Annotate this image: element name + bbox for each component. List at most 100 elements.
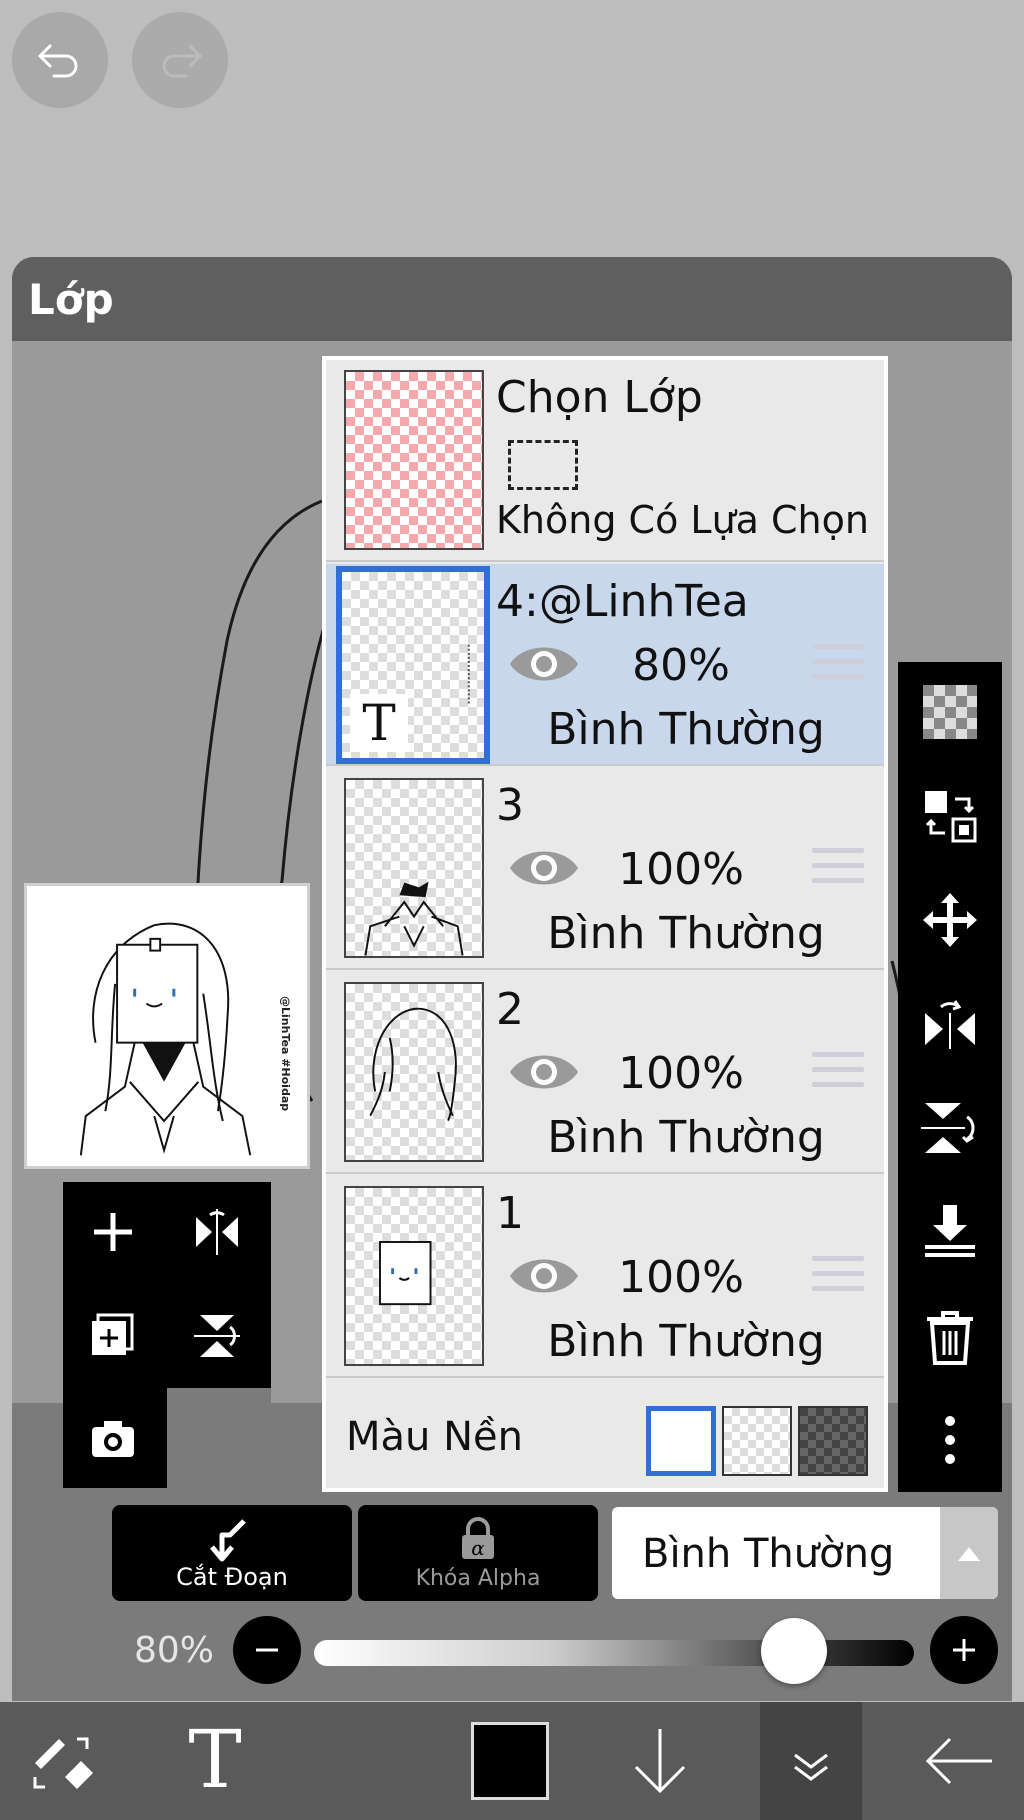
text-tool-icon: T [188,1721,241,1801]
undo-icon [38,44,78,78]
drag-handle-icon[interactable] [812,1256,864,1296]
background-transparent-swatch[interactable] [722,1406,792,1476]
clipping-arrow-icon [210,1519,246,1562]
selection-layer-thumbnail [344,370,484,550]
double-chevron-down-icon [794,1753,828,1781]
merge-down-icon [925,1205,975,1257]
artwork-thumbnail [79,922,252,1156]
layers-toggle-button[interactable] [760,1702,862,1820]
drag-handle-icon[interactable] [812,848,864,888]
layers-list: Chọn Lớp Không Có Lựa Chọn T 4:@LinhTea … [322,356,888,1492]
flip-horizontal-button[interactable] [167,1182,267,1282]
brush-eraser-icon [33,1737,93,1789]
layer-name: 3 [496,780,524,831]
layer-blend-mode[interactable]: Bình Thường [496,1112,876,1163]
transparency-button[interactable] [898,662,1002,762]
camera-icon [92,1421,134,1457]
camera-button[interactable] [63,1388,163,1488]
flip-layer-horizontal-button[interactable] [898,974,1002,1074]
download-arrow-button[interactable] [610,1702,710,1820]
background-color-label: Màu Nền [346,1414,523,1460]
duplicate-layer-button[interactable] [63,1286,163,1386]
opacity-slider-handle[interactable] [761,1618,827,1684]
arrow-left-icon [925,1737,992,1785]
chevron-up-icon[interactable] [940,1507,998,1599]
eye-icon[interactable] [506,1250,582,1302]
layer-thumbnail [344,982,484,1162]
layer-row[interactable]: 3 100% Bình Thường [326,768,884,970]
layer-name: 2 [496,984,524,1035]
bottom-toolbar: T [0,1702,1024,1820]
alpha-lock-button[interactable]: α Khóa Alpha [358,1505,598,1601]
trash-icon [927,1311,973,1365]
watermark-text: @LinhTea #Hoidap [279,996,292,1112]
brush-eraser-toggle[interactable] [10,1702,120,1820]
opacity-increase-button[interactable] [930,1616,998,1684]
svg-text:α: α [471,1536,485,1560]
plus-icon [953,1639,975,1661]
eye-icon[interactable] [506,1046,582,1098]
move-button[interactable] [898,870,1002,970]
selection-marquee-icon [508,440,578,490]
selection-status: Không Có Lựa Chọn [496,498,869,542]
merge-down-button[interactable] [898,1182,1002,1282]
drag-handle-icon[interactable] [812,1052,864,1092]
layer-thumbnail [344,778,484,958]
layer-blend-mode[interactable]: Bình Thường [496,1316,876,1367]
layer-action-box [63,1182,271,1488]
add-layer-button[interactable] [63,1182,163,1282]
flip-horizontal-icon [925,1000,975,1049]
blend-mode-select[interactable]: Bình Thường [612,1507,998,1599]
layer-name: 1 [496,1188,524,1239]
layer-opacity[interactable]: 100% [596,1252,766,1303]
drag-handle-icon[interactable] [812,644,864,684]
background-white-swatch[interactable] [646,1406,716,1476]
delete-layer-button[interactable] [898,1286,1002,1386]
checkerboard-icon [923,685,977,739]
layer-name: 4:@LinhTea [496,576,749,627]
back-button[interactable] [900,1702,1020,1820]
flip-horizontal-icon [196,1209,238,1255]
layer-opacity[interactable]: 80% [596,640,766,691]
layer-content [379,1241,432,1306]
layer-content [369,1007,457,1122]
duplicate-icon [92,1313,134,1355]
clipping-label: Cắt Đoạn [176,1563,288,1591]
opacity-label: 80% [134,1630,215,1671]
swap-layers-button[interactable] [898,766,1002,866]
color-picker-button[interactable] [470,1702,550,1820]
flip-vertical-icon [921,1103,975,1153]
eye-icon[interactable] [506,638,582,690]
layer-content [467,644,470,706]
flip-layer-vertical-button[interactable] [898,1078,1002,1178]
move-icon [923,893,977,947]
eye-icon[interactable] [506,842,582,894]
panel-header: Lớp [12,257,1012,341]
opacity-decrease-button[interactable] [233,1616,301,1684]
layer-opacity[interactable]: 100% [596,844,766,895]
more-vertical-icon [945,1416,955,1464]
layer-row[interactable]: T 4:@LinhTea 80% Bình Thường [326,564,884,766]
selection-layer-title: Chọn Lớp [496,372,703,423]
background-dark-swatch[interactable] [798,1406,868,1476]
flip-vertical-button[interactable] [167,1286,267,1386]
svg-text:T: T [188,1721,241,1801]
text-tool-button[interactable]: T [160,1702,270,1820]
layer-opacity[interactable]: 100% [596,1048,766,1099]
clipping-button[interactable]: Cắt Đoạn [112,1505,352,1601]
redo-icon [162,44,202,78]
arrow-down-icon [634,1729,686,1794]
redo-button[interactable] [132,12,228,108]
canvas-preview[interactable]: @LinhTea #Hoidap [24,883,310,1169]
layer-row[interactable]: 2 100% Bình Thường [326,972,884,1174]
flip-vertical-icon [194,1315,240,1357]
layer-content [364,881,464,956]
undo-button[interactable] [12,12,108,108]
swap-icon [925,791,977,843]
more-options-button[interactable] [898,1390,1002,1490]
layer-blend-mode[interactable]: Bình Thường [496,704,876,755]
layer-row[interactable]: 1 100% Bình Thường [326,1176,884,1378]
lock-icon: α [462,1517,494,1560]
layer-blend-mode[interactable]: Bình Thường [496,908,876,959]
selection-layer-row[interactable]: Chọn Lớp Không Có Lựa Chọn [326,360,884,562]
